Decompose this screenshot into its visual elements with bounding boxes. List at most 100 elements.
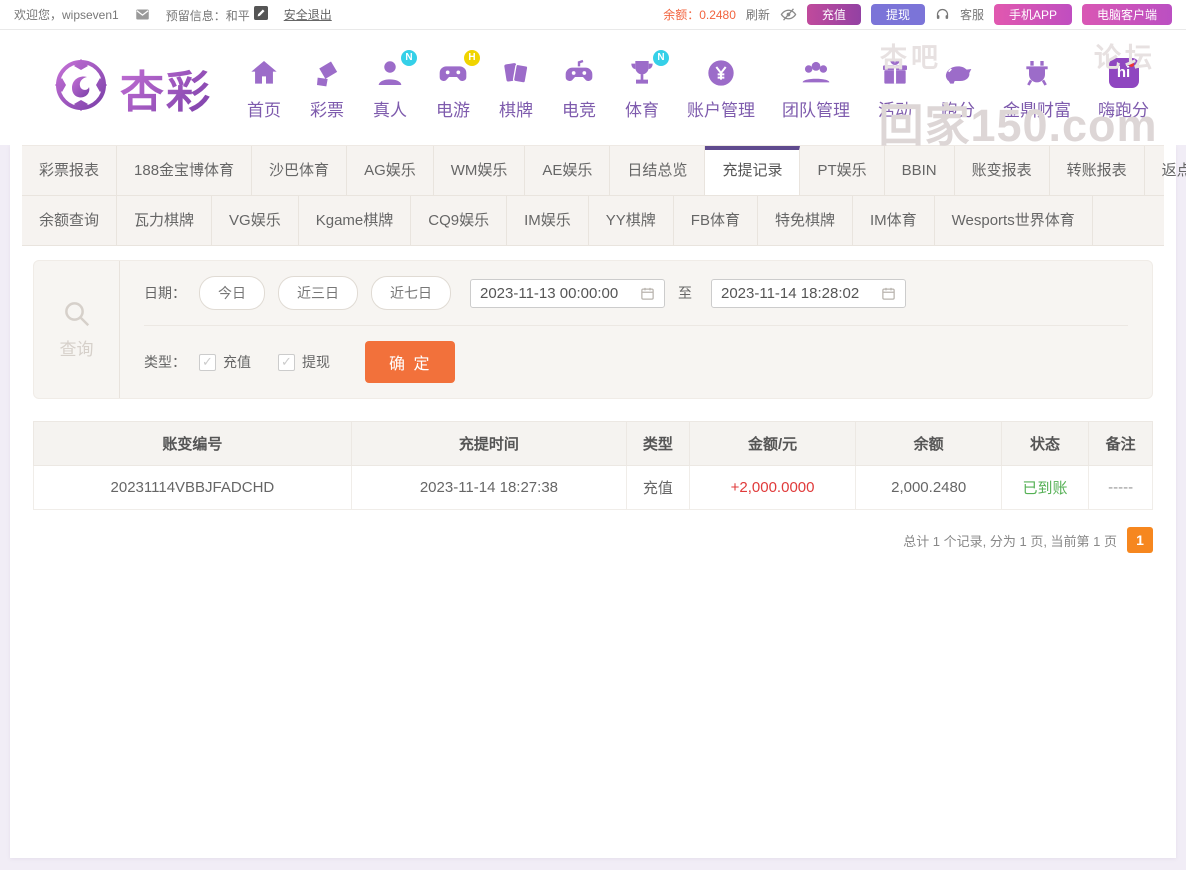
cell-remark: ----- <box>1088 465 1153 510</box>
nav-board-games[interactable]: 棋牌 <box>498 55 534 121</box>
col-type: 类型 <box>626 421 690 466</box>
page-1-button[interactable]: 1 <box>1127 527 1153 553</box>
trophy-icon: N <box>624 49 669 91</box>
filter-panel: 查询 日期： 今日 近三日 近七日 至 类型： <box>33 260 1153 399</box>
col-change-id: 账变编号 <box>33 421 352 466</box>
cell-type: 充值 <box>626 465 690 510</box>
type-label: 类型： <box>144 354 186 370</box>
gift-icon <box>877 55 913 91</box>
cauldron-icon <box>1019 55 1055 91</box>
date-from-box <box>470 278 665 308</box>
type-filter-row: 类型： ✓ 充值 ✓ 提现 确 定 <box>144 326 1128 398</box>
search-icon <box>64 302 89 327</box>
checkbox-icon: ✓ <box>278 353 295 371</box>
type-withdraw-checkbox[interactable]: ✓ 提现 <box>278 352 330 372</box>
tab-wesports[interactable]: Wesports世界体育 <box>935 196 1093 245</box>
gamepad-icon: H <box>435 49 480 91</box>
tab-shaba-sports[interactable]: 沙巴体育 <box>252 146 348 195</box>
tab-lottery-report[interactable]: 彩票报表 <box>22 146 118 195</box>
balance-text: 余额：0.2480 <box>663 8 736 22</box>
logo-text: 杏彩 <box>120 56 212 120</box>
nav-paofen[interactable]: 跑分 <box>940 55 976 121</box>
tab-im-sports[interactable]: IM体育 <box>853 196 935 245</box>
badge-h: H <box>464 49 480 66</box>
esports-gamepad-icon <box>561 55 597 91</box>
nav-esports[interactable]: 电竞 <box>561 55 597 121</box>
tab-ae[interactable]: AE娱乐 <box>525 146 611 195</box>
tab-fb-sports[interactable]: FB体育 <box>674 196 758 245</box>
tab-temian[interactable]: 特免棋牌 <box>758 196 853 245</box>
tab-rebate-total[interactable]: 返点总额 <box>1145 146 1186 195</box>
tab-wm[interactable]: WM娱乐 <box>434 146 526 195</box>
nav-lottery[interactable]: 彩票 <box>309 55 345 121</box>
ticket-icon <box>309 55 345 91</box>
refresh-link[interactable]: 刷新 <box>746 6 770 23</box>
eye-slash-icon[interactable] <box>780 6 797 23</box>
tab-balance-query[interactable]: 余额查询 <box>22 196 118 245</box>
col-amount: 金额/元 <box>688 421 857 466</box>
calendar-icon[interactable] <box>881 286 896 301</box>
team-icon <box>798 55 834 91</box>
quick-3days-button[interactable]: 近三日 <box>278 276 358 310</box>
tab-deposit-withdraw-records[interactable]: 充提记录 <box>705 146 801 195</box>
tabs-row-2: 余额查询 瓦力棋牌 VG娱乐 Kgame棋牌 CQ9娱乐 IM娱乐 YY棋牌 F… <box>22 196 1164 246</box>
cell-time: 2023-11-14 18:27:38 <box>350 465 628 510</box>
tab-bbin[interactable]: BBIN <box>885 146 955 195</box>
withdraw-button[interactable]: 提现 <box>870 4 925 25</box>
tab-kgame[interactable]: Kgame棋牌 <box>299 196 412 245</box>
date-to-input[interactable] <box>721 284 873 302</box>
col-status: 状态 <box>1000 421 1090 466</box>
tab-ag[interactable]: AG娱乐 <box>347 146 434 195</box>
tab-account-change-report[interactable]: 账变报表 <box>955 146 1050 195</box>
nav-promotions[interactable]: 活动 <box>877 55 913 121</box>
to-label: 至 <box>678 285 692 301</box>
cell-balance: 2,000.2480 <box>855 465 1002 510</box>
tab-daily-summary[interactable]: 日结总览 <box>610 146 706 195</box>
tab-yy[interactable]: YY棋牌 <box>589 196 674 245</box>
reserved-info: 预留信息：和平 <box>166 5 268 24</box>
tab-im-games[interactable]: IM娱乐 <box>507 196 589 245</box>
nav-live-casino[interactable]: N 真人 <box>372 49 417 121</box>
nav-team[interactable]: 团队管理 <box>782 55 850 121</box>
records-table: 账变编号 充提时间 类型 金额/元 余额 状态 备注 20231114VBBJF… <box>33 421 1153 510</box>
badge-n: N <box>401 49 417 66</box>
nav-home[interactable]: 首页 <box>246 55 282 121</box>
type-deposit-checkbox[interactable]: ✓ 充值 <box>199 352 251 372</box>
nav-account[interactable]: 账户管理 <box>687 55 755 121</box>
date-label: 日期： <box>144 285 186 301</box>
deposit-button[interactable]: 充值 <box>806 4 861 25</box>
search-side: 查询 <box>34 261 120 398</box>
mobile-app-button[interactable]: 手机APP <box>993 4 1072 25</box>
edit-icon[interactable] <box>253 5 268 20</box>
pc-client-button[interactable]: 电脑客户端 <box>1081 4 1172 25</box>
quick-today-button[interactable]: 今日 <box>199 276 265 310</box>
hi-icon: hi <box>1106 55 1142 91</box>
table-header-row: 账变编号 充提时间 类型 金额/元 余额 状态 备注 <box>33 421 1153 466</box>
nav-sports[interactable]: N 体育 <box>624 49 669 121</box>
home-icon <box>246 55 282 91</box>
cell-status: 已到账 <box>1000 465 1090 510</box>
service-link[interactable]: 客服 <box>960 6 984 23</box>
date-filter-row: 日期： 今日 近三日 近七日 至 <box>144 261 1128 326</box>
logo-emblem-icon <box>52 56 110 119</box>
site-logo[interactable]: 杏彩 <box>52 56 212 120</box>
confirm-button[interactable]: 确 定 <box>365 341 456 383</box>
tab-wali[interactable]: 瓦力棋牌 <box>117 196 213 245</box>
envelope-icon[interactable] <box>135 7 150 22</box>
col-balance: 余额 <box>855 421 1002 466</box>
welcome-text: 欢迎您，wipseven1 <box>14 8 119 22</box>
quick-7days-button[interactable]: 近七日 <box>371 276 451 310</box>
tab-188-sports[interactable]: 188金宝博体育 <box>117 146 253 195</box>
tab-cq9[interactable]: CQ9娱乐 <box>411 196 508 245</box>
topbar: 欢迎您，wipseven1 预留信息：和平 安全退出 余额：0.2480 刷新 … <box>0 0 1186 30</box>
tab-transfer-report[interactable]: 转账报表 <box>1050 146 1145 195</box>
nav-jinding-wealth[interactable]: 金鼎财富 <box>1003 55 1071 121</box>
nav-hi-paofen[interactable]: hi 嗨跑分 <box>1098 55 1149 121</box>
nav-slots[interactable]: H 电游 <box>435 49 480 121</box>
tab-pt[interactable]: PT娱乐 <box>800 146 885 195</box>
date-from-input[interactable] <box>480 284 632 302</box>
col-remark: 备注 <box>1088 421 1153 466</box>
logout-link[interactable]: 安全退出 <box>284 6 332 23</box>
tab-vg[interactable]: VG娱乐 <box>212 196 299 245</box>
calendar-icon[interactable] <box>640 286 655 301</box>
